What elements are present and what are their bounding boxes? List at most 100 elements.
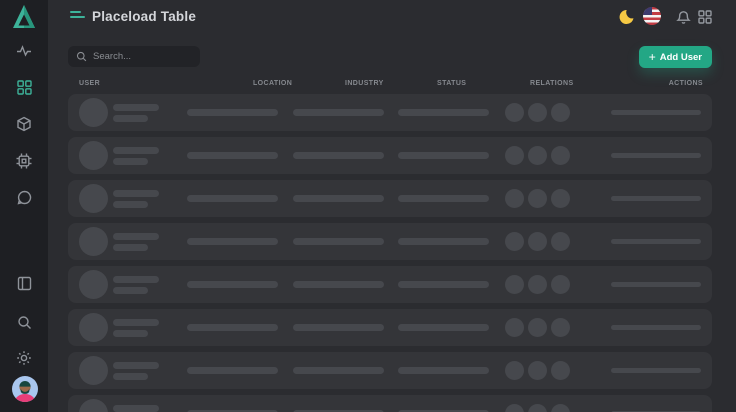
skeleton-actions-bar (611, 153, 701, 158)
skeleton-name-line (113, 362, 159, 369)
sidebar-item-messages[interactable] (0, 181, 48, 213)
skeleton-location-bar (187, 152, 278, 159)
skeleton-location-bar (187, 109, 278, 116)
column-header-location: LOCATION (253, 80, 292, 87)
column-header-actions: ACTIONS (669, 80, 703, 87)
sidebar-item-panels[interactable] (0, 267, 48, 299)
skeleton-relation-circle (505, 232, 524, 251)
skeleton-name-line (113, 147, 159, 154)
skeleton-actions-bar (611, 368, 701, 373)
user-avatar-illustration (12, 376, 38, 402)
us-flag-icon (643, 7, 652, 15)
skeleton-name-line (113, 405, 159, 412)
column-header-industry: INDUSTRY (345, 80, 384, 87)
gear-icon (16, 350, 32, 366)
sidebar-item-dashboard[interactable] (0, 71, 48, 103)
skeleton-status-bar (398, 238, 489, 245)
skeleton-subtitle-line (113, 330, 148, 337)
skeleton-subtitle-line (113, 373, 148, 380)
sidebar-item-products[interactable] (0, 108, 48, 140)
skeleton-actions-bar (611, 325, 701, 330)
skeleton-relation-circle (505, 189, 524, 208)
skeleton-avatar (79, 184, 108, 213)
notifications-button[interactable] (674, 8, 692, 26)
table-header: USER LOCATION INDUSTRY STATUS RELATIONS … (68, 78, 712, 94)
triangle-logo-icon (12, 4, 36, 30)
skeleton-status-bar (398, 109, 489, 116)
sidebar-item-settings[interactable] (0, 342, 48, 374)
users-table: USER LOCATION INDUSTRY STATUS RELATIONS … (68, 78, 712, 412)
plus-icon: + (649, 51, 656, 63)
search-input[interactable] (93, 51, 192, 62)
skeleton-subtitle-line (113, 115, 148, 122)
skeleton-actions-bar (611, 196, 701, 201)
skeleton-name-line (113, 190, 159, 197)
skeleton-relation-circle (505, 146, 524, 165)
table-row-skeleton (68, 352, 712, 389)
skeleton-relation-circle (551, 361, 570, 380)
skeleton-avatar (79, 270, 108, 299)
skeleton-status-bar (398, 195, 489, 202)
skeleton-industry-bar (293, 109, 384, 116)
skeleton-status-bar (398, 367, 489, 374)
bell-icon (676, 10, 691, 25)
sidebar (0, 0, 48, 412)
skeleton-actions-bar (611, 239, 701, 244)
skeleton-status-bar (398, 281, 489, 288)
app-logo[interactable] (12, 4, 36, 30)
skeleton-industry-bar (293, 195, 384, 202)
skeleton-actions-bar (611, 282, 701, 287)
dashboard-grid-icon (17, 80, 32, 95)
skeleton-industry-bar (293, 152, 384, 159)
skeleton-subtitle-line (113, 201, 148, 208)
skeleton-relation-circle (551, 189, 570, 208)
skeleton-relation-circle (505, 275, 524, 294)
table-body (68, 94, 712, 412)
skeleton-industry-bar (293, 324, 384, 331)
table-row-skeleton (68, 309, 712, 346)
skeleton-name-line (113, 319, 159, 326)
skeleton-avatar (79, 98, 108, 127)
panels-icon (17, 276, 32, 291)
skeleton-relation-circle (551, 318, 570, 337)
skeleton-relation-circle (528, 318, 547, 337)
skeleton-relation-circle (505, 361, 524, 380)
apps-launcher-button[interactable] (696, 8, 714, 26)
package-box-icon (16, 116, 32, 132)
sidebar-item-activity[interactable] (0, 35, 48, 67)
skeleton-status-bar (398, 152, 489, 159)
table-row-skeleton (68, 137, 712, 174)
menu-toggle-button[interactable] (70, 11, 85, 18)
skeleton-relation-circle (551, 146, 570, 165)
table-row-skeleton (68, 266, 712, 303)
skeleton-name-line (113, 233, 159, 240)
skeleton-name-line (113, 104, 159, 111)
skeleton-location-bar (187, 195, 278, 202)
skeleton-relation-circle (528, 404, 547, 412)
table-row-skeleton (68, 395, 712, 412)
apps-grid-icon (698, 10, 712, 24)
skeleton-relation-circle (551, 275, 570, 294)
skeleton-subtitle-line (113, 287, 148, 294)
page-title: Placeload Table (92, 9, 196, 24)
activity-icon (16, 43, 32, 59)
sidebar-item-components[interactable] (0, 145, 48, 177)
sidebar-item-search[interactable] (0, 306, 48, 338)
skeleton-subtitle-line (113, 158, 148, 165)
skeleton-relation-circle (528, 146, 547, 165)
dark-mode-toggle[interactable] (617, 8, 635, 26)
skeleton-actions-bar (611, 110, 701, 115)
add-user-button[interactable]: + Add User (639, 46, 712, 68)
chat-bubble-icon (17, 190, 32, 205)
skeleton-avatar (79, 356, 108, 385)
profile-avatar[interactable] (12, 376, 38, 402)
skeleton-relation-circle (528, 275, 547, 294)
skeleton-subtitle-line (113, 244, 148, 251)
skeleton-avatar (79, 141, 108, 170)
search-box[interactable] (68, 46, 200, 67)
table-row-skeleton (68, 180, 712, 217)
cpu-chip-icon (16, 153, 32, 169)
column-header-user: USER (79, 80, 100, 87)
skeleton-location-bar (187, 324, 278, 331)
language-flag-button[interactable] (643, 7, 661, 25)
